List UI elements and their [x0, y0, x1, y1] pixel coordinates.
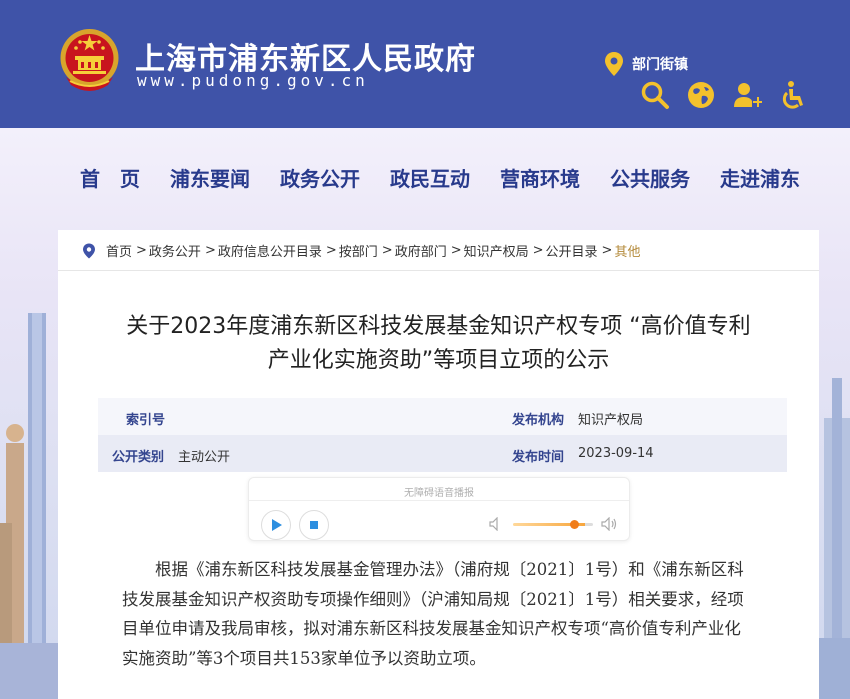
article-title-line: 关于2023年度浦东新区科技发展基金知识产权专项 “高价值专利 [126, 314, 751, 339]
meta-category-label: 公开类别 [112, 450, 165, 465]
article-meta-table: 索引号 发布机构 知识产权局 公开类别 主动公开 发布时间 2023-09-14 [98, 398, 787, 472]
breadcrumb-item[interactable]: 知识产权局 [464, 241, 529, 260]
nav-item-interaction[interactable]: 政民互动 [390, 163, 470, 192]
meta-category-value: 主动公开 [178, 450, 231, 465]
breadcrumb-item[interactable]: 政务公开 [149, 241, 201, 260]
user-icon[interactable] [732, 80, 762, 110]
breadcrumb-separator: > [450, 243, 462, 258]
article-body: 根据《浦东新区科技发展基金管理办法》（浦府规〔2021〕1号）和《浦东新区科技发… [122, 560, 744, 668]
volume-slider[interactable] [513, 523, 593, 526]
volume-low-icon[interactable] [489, 517, 503, 531]
nav-item-about-pudong[interactable]: 走进浦东 [720, 163, 800, 192]
breadcrumb: 首页 > 政务公开 > 政府信息公开目录 > 按部门 > 政府部门 > 知识产权… [82, 241, 640, 260]
dept-link[interactable]: 部门街镇 [604, 51, 688, 77]
meta-date-label: 发布时间 [512, 450, 565, 465]
nav-item-public-service[interactable]: 公共服务 [610, 163, 690, 192]
breadcrumb-separator: > [381, 243, 393, 258]
meta-agency-label: 发布机构 [512, 413, 565, 428]
meta-row: 索引号 发布机构 知识产权局 [98, 398, 787, 435]
nav-item-home[interactable]: 首 页 [80, 163, 140, 192]
accessibility-icon[interactable] [778, 80, 808, 110]
volume-high-icon[interactable] [601, 517, 619, 531]
search-icon[interactable] [640, 80, 670, 110]
divider [249, 500, 629, 501]
nav-item-business[interactable]: 营商环境 [500, 163, 580, 192]
content-panel: 首页 > 政务公开 > 政府信息公开目录 > 按部门 > 政府部门 > 知识产权… [58, 230, 819, 699]
breadcrumb-separator: > [204, 243, 216, 258]
toolbar-icons [640, 80, 808, 110]
meta-agency-value: 知识产权局 [578, 413, 644, 428]
audio-player-label: 无障碍语音播报 [404, 488, 474, 499]
nav-item-news[interactable]: 浦东要闻 [170, 163, 250, 192]
article-title-line: 产业化实施资助”等项目立项的公示 [267, 348, 610, 373]
stop-icon [310, 521, 318, 529]
dept-link-label: 部门街镇 [632, 57, 688, 73]
breadcrumb-separator: > [136, 243, 147, 258]
play-button[interactable] [261, 510, 291, 540]
skyline-illustration-right [818, 378, 850, 699]
main-nav: 首 页 浦东要闻 政务公开 政民互动 营商环境 公共服务 走进浦东 [80, 163, 830, 192]
meta-date-value: 2023-09-14 [578, 446, 654, 461]
meta-row: 公开类别 主动公开 发布时间 2023-09-14 [98, 435, 787, 472]
article-title: 关于2023年度浦东新区科技发展基金知识产权专项 “高价值专利 产业化实施资助”… [78, 310, 799, 378]
breadcrumb-item-current[interactable]: 其他 [614, 241, 640, 260]
breadcrumb-item[interactable]: 政府部门 [395, 241, 447, 260]
skyline-illustration [0, 313, 60, 699]
breadcrumb-separator: > [325, 243, 337, 258]
globe-icon[interactable] [686, 80, 716, 110]
breadcrumb-item[interactable]: 按部门 [339, 241, 378, 260]
volume-slider-handle[interactable] [570, 520, 579, 529]
site-header: 上海市浦东新区人民政府 www.pudong.gov.cn 部门街镇 [0, 0, 850, 128]
site-url: www.pudong.gov.cn [137, 71, 369, 90]
location-pin-icon [83, 243, 95, 258]
audio-player: 无障碍语音播报 [248, 477, 630, 541]
nav-item-gov-affairs[interactable]: 政务公开 [280, 163, 360, 192]
breadcrumb-item-home[interactable]: 首页 [106, 241, 132, 260]
location-pin-icon [605, 52, 623, 76]
stop-button[interactable] [299, 510, 329, 540]
breadcrumb-item[interactable]: 公开目录 [546, 241, 598, 260]
meta-index-label: 索引号 [126, 413, 166, 428]
breadcrumb-separator: > [532, 243, 544, 258]
breadcrumb-item[interactable]: 政府信息公开目录 [218, 241, 322, 260]
national-emblem-logo[interactable] [58, 25, 121, 95]
divider [58, 270, 819, 271]
breadcrumb-separator: > [601, 243, 613, 258]
play-icon [272, 519, 282, 531]
